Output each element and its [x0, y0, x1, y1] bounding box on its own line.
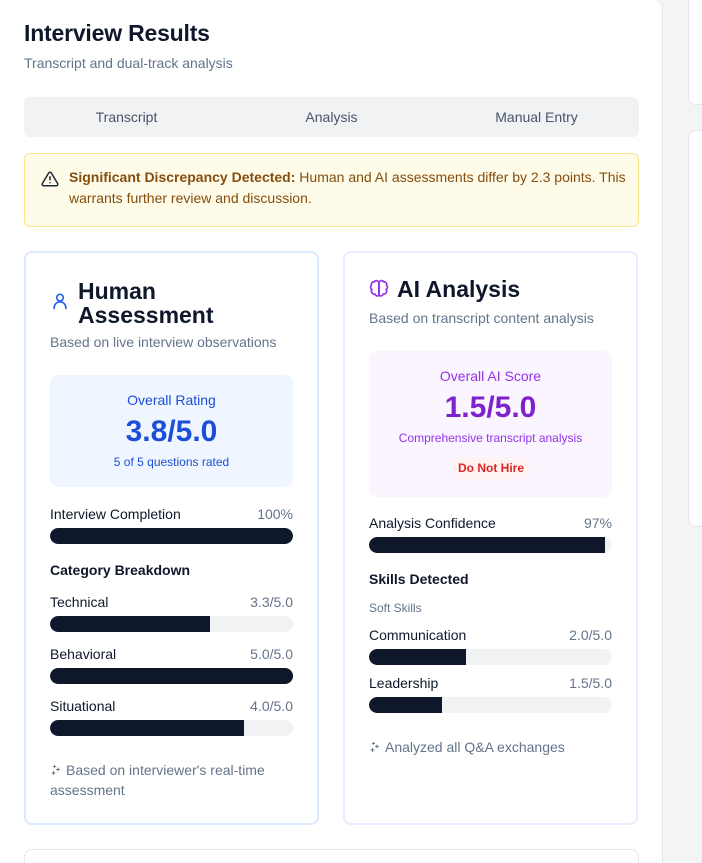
confidence-row: Analysis Confidence 97% [369, 515, 612, 531]
category-row-behavioral: Behavioral 5.0/5.0 [50, 646, 293, 662]
interview-results-card: Interview Results Transcript and dual-tr… [0, 0, 663, 863]
tab-analysis[interactable]: Analysis [229, 97, 434, 137]
page-subtitle: Transcript and dual-track analysis [24, 55, 233, 71]
human-assessment-panel: Human Assessment Based on live interview… [24, 251, 319, 825]
ai-footnote: Analyzed all Q&A exchanges [369, 737, 612, 757]
overall-ai-score-label: Overall AI Score [439, 368, 542, 384]
side-panel-card [688, 0, 702, 105]
human-subtitle: Based on live interview observations [50, 334, 277, 350]
category-value: 5.0/5.0 [250, 646, 293, 662]
category-label: Technical [50, 594, 109, 610]
confidence-label: Analysis Confidence [369, 515, 496, 531]
overall-rating-score: 3.8/5.0 [125, 415, 218, 448]
skill-bar-leadership [369, 697, 612, 713]
category-row-technical: Technical 3.3/5.0 [50, 594, 293, 610]
completion-bar-fill [50, 528, 293, 544]
skill-bar-fill [369, 697, 442, 713]
skill-row-communication: Communication 2.0/5.0 [369, 627, 612, 643]
brain-icon [369, 279, 389, 297]
questions-rated-note: 5 of 5 questions rated [113, 455, 230, 469]
ai-subtitle: Based on transcript content analysis [369, 310, 594, 326]
category-bar-behavioral [50, 668, 293, 684]
overall-ai-score: 1.5/5.0 [444, 391, 537, 424]
skills-detected-heading: Skills Detected [369, 571, 469, 587]
discrepancy-alert: Significant Discrepancy Detected: Human … [24, 153, 639, 227]
category-value: 4.0/5.0 [250, 698, 293, 714]
side-panel-card [688, 130, 702, 527]
user-icon [53, 293, 67, 310]
category-bar-fill [50, 616, 211, 632]
ai-score-note: Comprehensive transcript analysis [398, 431, 583, 445]
category-bar-situational [50, 720, 293, 736]
completion-bar [50, 528, 293, 544]
skills-group-label: Soft Skills [369, 601, 422, 615]
category-bar-technical [50, 616, 293, 632]
confidence-value: 97% [583, 515, 612, 531]
human-score-box: Overall Rating 3.8/5.0 5 of 5 questions … [50, 375, 293, 487]
human-footnote: Based on interviewer's real-time assessm… [50, 760, 293, 800]
confidence-bar-fill [369, 537, 605, 553]
sparkles-icon [51, 765, 60, 775]
alert-heading: Significant Discrepancy Detected: [69, 169, 296, 185]
confidence-bar [369, 537, 612, 553]
skill-row-leadership: Leadership 1.5/5.0 [369, 675, 612, 691]
skill-label: Communication [369, 627, 467, 643]
category-value: 3.3/5.0 [250, 594, 293, 610]
page-title: Interview Results [24, 20, 210, 46]
warning-triangle-icon [41, 171, 59, 187]
alert-text: Significant Discrepancy Detected: Human … [69, 167, 629, 209]
human-title: Human Assessment [78, 278, 214, 328]
category-row-situational: Situational 4.0/5.0 [50, 698, 293, 714]
category-breakdown-heading: Category Breakdown [50, 562, 191, 578]
category-bar-fill [50, 720, 245, 736]
completion-label: Interview Completion [50, 506, 181, 522]
category-label: Situational [50, 698, 116, 714]
ai-footnote-text: Analyzed all Q&A exchanges [385, 739, 565, 755]
results-tabs: Transcript Analysis Manual Entry [24, 97, 639, 137]
skill-value: 1.5/5.0 [569, 675, 612, 691]
sparkles-icon [370, 742, 379, 752]
completion-value: 100% [257, 506, 293, 522]
tab-manual-entry[interactable]: Manual Entry [434, 97, 639, 137]
category-bar-fill [50, 668, 293, 684]
overall-rating-label: Overall Rating [127, 392, 216, 408]
ai-score-box: Overall AI Score 1.5/5.0 Comprehensive t… [369, 351, 612, 497]
tab-transcript[interactable]: Transcript [24, 97, 229, 137]
skill-bar-fill [369, 649, 467, 665]
skill-bar-communication [369, 649, 612, 665]
ai-title: AI Analysis [397, 276, 521, 302]
category-label: Behavioral [50, 646, 117, 662]
next-section-card [24, 849, 639, 863]
human-footnote-text: Based on interviewer's real-time assessm… [50, 762, 265, 798]
skill-label: Leadership [369, 675, 439, 691]
ai-analysis-panel: AI Analysis Based on transcript content … [343, 251, 638, 825]
skill-value: 2.0/5.0 [569, 627, 612, 643]
hire-verdict-badge: Do Not Hire [452, 457, 530, 479]
completion-row: Interview Completion 100% [50, 506, 293, 522]
